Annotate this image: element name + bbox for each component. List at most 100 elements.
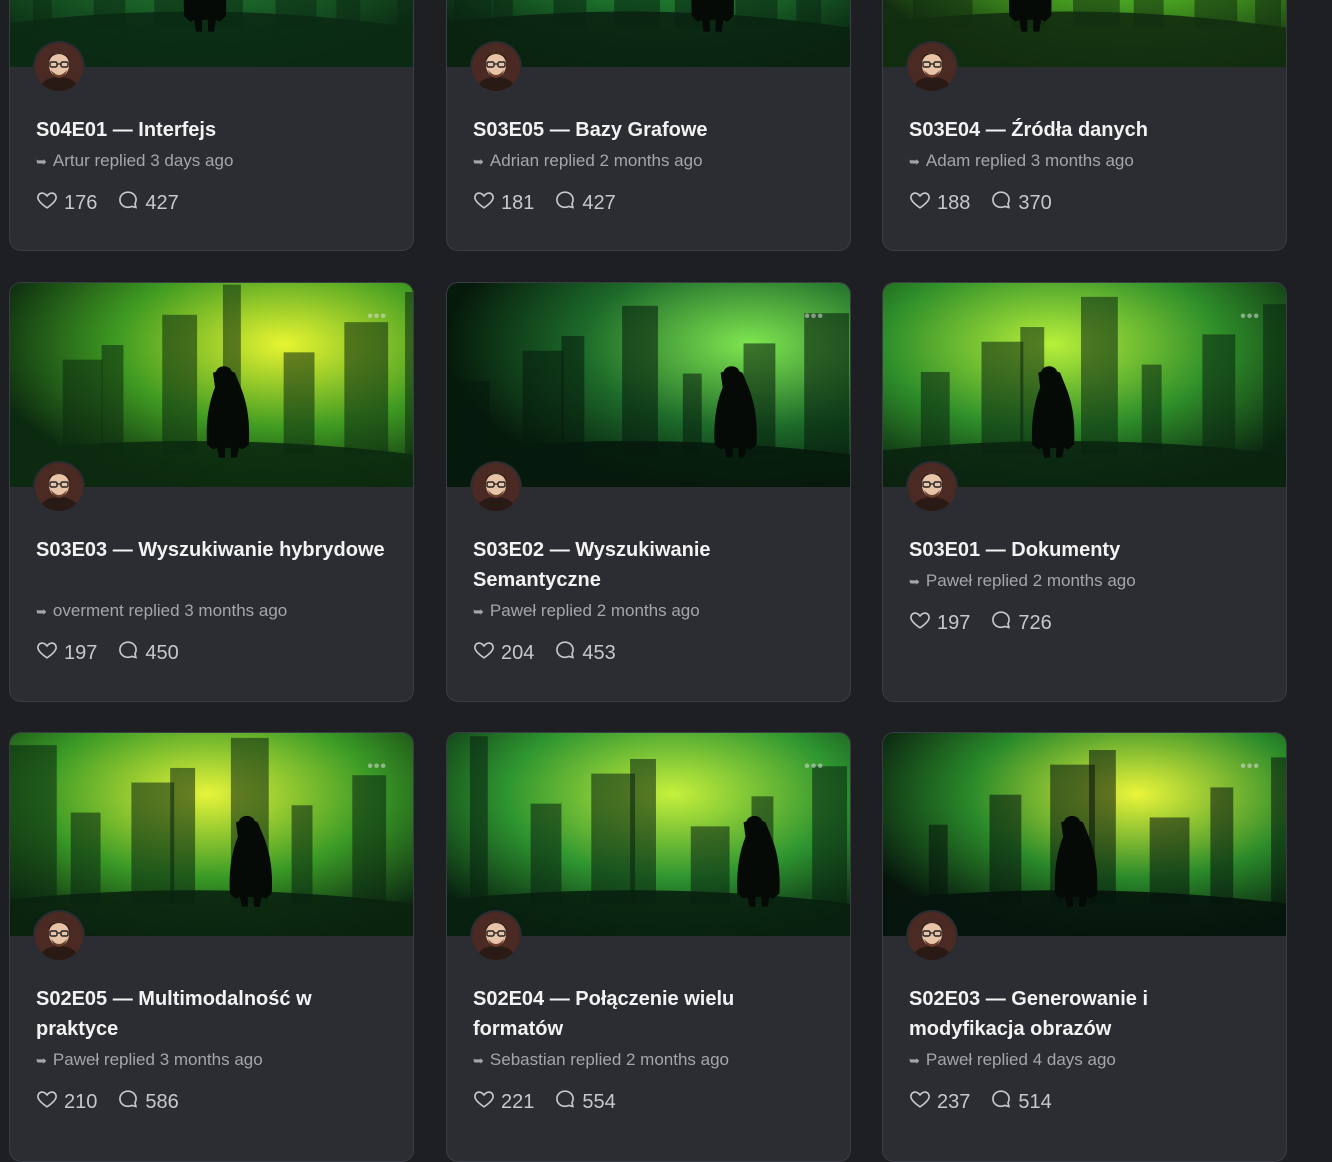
like-count: 210 [64,1090,98,1113]
avatar[interactable] [908,43,956,91]
comment-button[interactable]: 427 [554,189,616,217]
topic-stats: 204 453 [473,639,636,667]
topic-title[interactable]: S03E04 — Źródła danych [909,115,1260,145]
avatar[interactable] [35,43,83,91]
last-reply: ➥ Paweł replied 2 months ago [473,600,830,623]
comment-button[interactable]: 453 [554,639,616,667]
topic-card[interactable]: ••• S03E03 — Wyszukiwanie hybrydowe ➥ overm… [9,282,414,702]
more-dots-icon[interactable]: ••• [1240,759,1260,775]
topic-card[interactable]: •••S03E04 — Źródła danych➥Adam replied 3… [882,0,1287,251]
avatar[interactable] [908,463,956,511]
last-reply-text: Adam replied 3 months ago [925,151,1134,170]
avatar[interactable] [35,912,83,960]
topic-stats: 237 514 [909,1088,1072,1116]
topic-card[interactable]: ••• S03E02 — Wyszukiwanie Semantyczne ➥ Paw… [446,282,851,702]
comment-button[interactable]: 514 [990,1088,1052,1116]
like-button[interactable]: 197 [36,639,97,667]
last-reply: ➥ Sebastian replied 2 months ago [473,1049,830,1072]
last-reply: ➥ overment replied 3 months ago [36,600,393,623]
avatar[interactable] [472,463,520,511]
more-dots-icon[interactable]: ••• [367,309,387,325]
like-button[interactable]: 188 [909,189,970,217]
like-count: 197 [64,641,98,664]
topic-title[interactable]: S03E02 — Wyszukiwanie Semantyczne [473,535,824,595]
heart-icon [36,639,64,667]
last-reply: ➥ Adrian replied 2 months ago [473,150,830,173]
more-dots-icon[interactable]: ••• [1240,309,1260,325]
topic-stats: 210 586 [36,1088,199,1116]
last-reply-text: Paweł replied 2 months ago [925,571,1136,590]
comment-count: 554 [582,1090,616,1113]
last-reply: ➥ Paweł replied 2 months ago [909,570,1266,593]
topic-title[interactable]: S04E01 — Interfejs [36,115,387,145]
like-button[interactable]: 237 [909,1088,970,1116]
comment-button[interactable]: 370 [990,189,1052,217]
comment-button[interactable]: 450 [117,639,179,667]
comment-count: 514 [1018,1090,1052,1113]
like-button[interactable]: 204 [473,639,534,667]
more-dots-icon[interactable]: ••• [804,309,824,325]
heart-icon [909,189,937,217]
last-reply-text: Adrian replied 2 months ago [489,151,703,170]
topic-title[interactable]: S02E03 — Generowanie i modyfikacja obraz… [909,984,1260,1044]
reply-arrow-icon: ➥ [36,604,47,619]
comment-button[interactable]: 726 [990,609,1052,637]
topic-title[interactable]: S03E01 — Dokumenty [909,535,1260,565]
like-count: 188 [937,191,971,214]
topic-card[interactable]: ••• S02E04 — Połączenie wielu formatów ➥ Se… [446,732,851,1162]
like-button[interactable]: 181 [473,189,534,217]
topic-card[interactable]: ••• S02E03 — Generowanie i modyfikacja ob… [882,732,1287,1162]
avatar[interactable] [35,463,83,511]
topic-card[interactable]: •••S04E01 — Interfejs➥Artur replied 3 da… [9,0,414,251]
avatar[interactable] [472,43,520,91]
comment-count: 427 [582,191,616,214]
reply-arrow-icon: ➥ [36,154,47,169]
comment-button[interactable]: 554 [554,1088,616,1116]
comment-count: 586 [145,1090,179,1113]
reply-arrow-icon: ➥ [473,154,484,169]
topic-card[interactable]: ••• S03E01 — Dokumenty ➥ Paweł replied 2 mo… [882,282,1287,702]
topic-card[interactable]: •••S03E05 — Bazy Grafowe➥Adrian replied … [446,0,851,251]
topic-grid: ••• S04E01 — Interfejs ➥ Artur replied 3 da… [0,0,1332,1162]
topic-title[interactable]: S02E04 — Połączenie wielu formatów [473,984,824,1044]
topic-stats: 176 427 [36,189,199,217]
like-button[interactable]: 197 [909,609,970,637]
comment-bubble-icon [990,609,1018,637]
like-count: 181 [501,191,535,214]
topic-stats: 197 450 [36,639,199,667]
topic-stats: 197 726 [909,609,1072,637]
more-dots-icon[interactable]: ••• [367,759,387,775]
comment-bubble-icon [554,1088,582,1116]
more-dots-icon[interactable]: ••• [804,759,824,775]
avatar[interactable] [472,912,520,960]
topic-title[interactable]: S02E05 — Multimodalność w praktyce [36,984,387,1044]
topic-title[interactable]: S03E03 — Wyszukiwanie hybrydowe [36,535,387,565]
avatar[interactable] [908,912,956,960]
like-button[interactable]: 221 [473,1088,534,1116]
last-reply-text: Paweł replied 2 months ago [489,601,700,620]
like-count: 221 [501,1090,535,1113]
last-reply: ➥ Paweł replied 4 days ago [909,1049,1266,1072]
topic-title[interactable]: S03E05 — Bazy Grafowe [473,115,824,145]
comment-count: 450 [145,641,179,664]
comment-bubble-icon [117,1088,145,1116]
heart-icon [473,639,501,667]
like-button[interactable]: 210 [36,1088,97,1116]
comment-button[interactable]: 427 [117,189,179,217]
like-button[interactable]: 176 [36,189,97,217]
reply-arrow-icon: ➥ [909,154,920,169]
last-reply: ➥ Adam replied 3 months ago [909,150,1266,173]
topic-card[interactable]: ••• S02E05 — Multimodalność w praktyce ➥ Pa… [9,732,414,1162]
comment-bubble-icon [117,189,145,217]
cover-image [447,733,850,936]
reply-arrow-icon: ➥ [473,1053,484,1068]
cover-image [883,283,1286,487]
comment-bubble-icon [554,639,582,667]
like-count: 176 [64,191,98,214]
like-count: 237 [937,1090,971,1113]
cover-image [10,283,413,487]
topic-stats: 188 370 [909,189,1072,217]
topic-stats: 181 427 [473,189,636,217]
like-count: 204 [501,641,535,664]
comment-button[interactable]: 586 [117,1088,179,1116]
